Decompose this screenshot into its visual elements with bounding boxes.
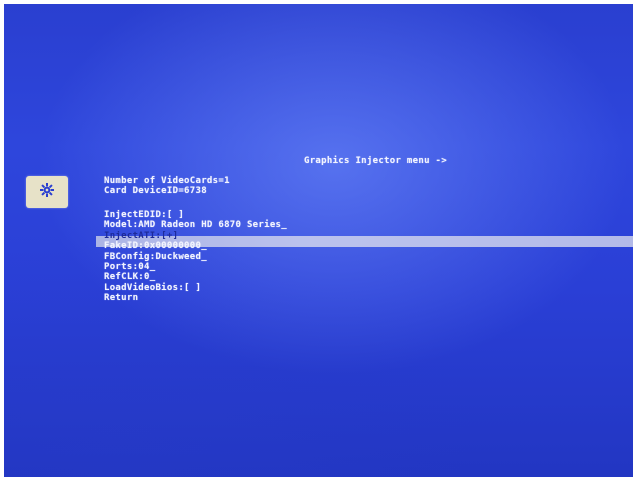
video-cards-count: Number of VideoCards=1 <box>104 176 230 186</box>
bios-screen: Graphics Injector menu -> Number of Vide… <box>4 4 633 477</box>
gear-icon <box>39 182 55 203</box>
menu-item-fake-id[interactable]: FakeID:0x00000000_ <box>104 241 287 251</box>
menu-title: Graphics Injector menu -> <box>304 156 447 166</box>
menu-item-ports[interactable]: Ports:04_ <box>104 262 287 272</box>
menu-item-return[interactable]: Return <box>104 293 287 303</box>
settings-tab[interactable] <box>26 176 68 208</box>
card-device-id: Card DeviceID=6738 <box>104 186 207 196</box>
menu-item-load-video-bios[interactable]: LoadVideoBios:[ ] <box>104 283 287 293</box>
menu-item-fb-config[interactable]: FBConfig:Duckweed_ <box>104 252 287 262</box>
photo-frame: Graphics Injector menu -> Number of Vide… <box>0 0 637 481</box>
menu-item-inject-edid[interactable]: InjectEDID:[ ] <box>104 210 287 220</box>
menu-item-inject-ati[interactable]: InjectATI:[+] <box>104 231 287 241</box>
menu-item-model[interactable]: Model:AMD Radeon HD 6870 Series_ <box>104 220 287 230</box>
menu-item-ref-clk[interactable]: RefCLK:0_ <box>104 272 287 282</box>
graphics-injector-menu: InjectEDID:[ ] Model:AMD Radeon HD 6870 … <box>104 210 287 304</box>
